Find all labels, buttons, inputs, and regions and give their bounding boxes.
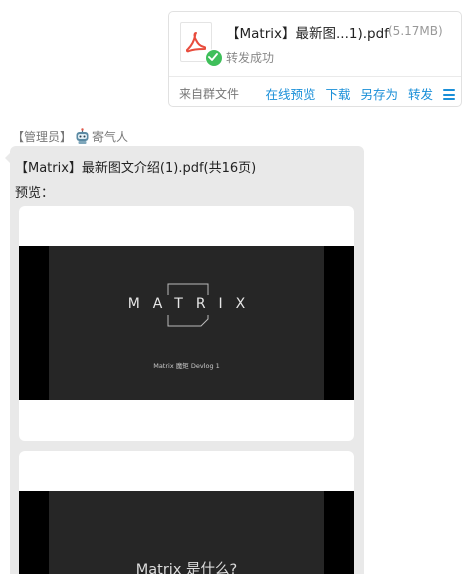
card-divider <box>169 76 461 77</box>
slide-heading: Matrix 是什么? <box>135 562 238 574</box>
slide-2: Matrix 是什么? <box>19 491 354 574</box>
chat-panel: 【Matrix】最新图...1).pdf (5.17MB) 转发成功 来自群文件… <box>0 0 469 574</box>
online-preview-link[interactable]: 在线预览 <box>265 84 315 103</box>
preview-page-1[interactable]: MATRIX Matrix 魔矩 Devlog 1 <box>19 206 354 441</box>
file-actions: 在线预览 下载 另存为 转发 <box>265 84 455 103</box>
slide-1: MATRIX Matrix 魔矩 Devlog 1 <box>19 246 354 400</box>
save-as-link[interactable]: 另存为 <box>360 84 398 103</box>
forward-status: 转发成功 <box>226 51 275 65</box>
message-title: 【Matrix】最新图文介绍(1).pdf(共16页) <box>15 161 257 176</box>
check-icon <box>205 49 223 67</box>
file-card[interactable]: 【Matrix】最新图...1).pdf (5.17MB) 转发成功 来自群文件… <box>168 11 462 107</box>
sender-role: 【管理员】 <box>12 130 73 144</box>
preview-label: 预览： <box>15 186 55 201</box>
robot-icon <box>74 128 91 145</box>
matrix-logo: MATRIX <box>127 296 259 312</box>
sender-name[interactable]: 寄气人 <box>92 128 128 145</box>
forward-link[interactable]: 转发 <box>408 84 433 103</box>
file-source: 来自群文件 <box>179 87 240 101</box>
preview-page-2[interactable]: Matrix 是什么? <box>19 451 354 574</box>
sender-line: 【管理员】 寄气人 <box>12 128 128 145</box>
file-size: (5.17MB) <box>388 24 443 38</box>
download-link[interactable]: 下载 <box>325 84 350 103</box>
slide-subtitle: Matrix 魔矩 Devlog 1 <box>153 362 220 370</box>
file-name[interactable]: 【Matrix】最新图...1).pdf <box>226 22 389 42</box>
menu-icon[interactable] <box>443 89 455 100</box>
